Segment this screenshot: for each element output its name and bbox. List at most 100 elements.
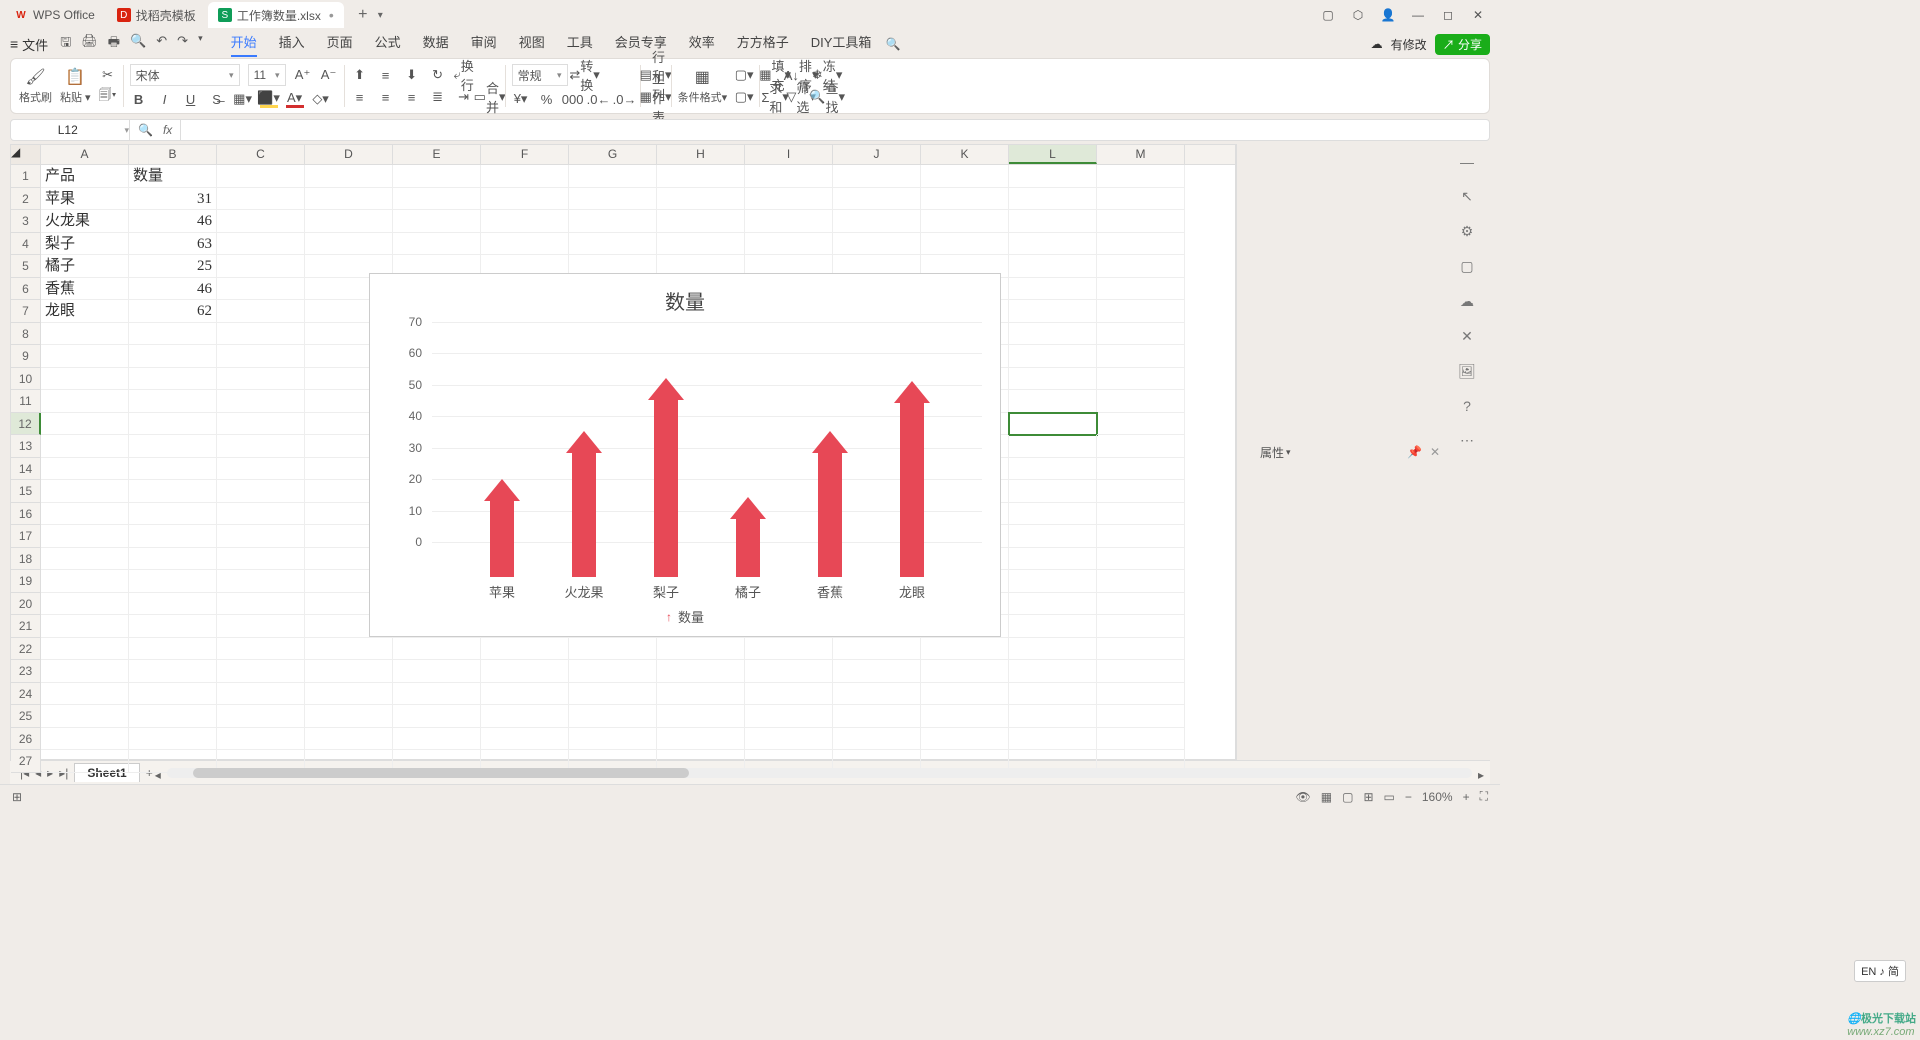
cell-M16[interactable] [1097,503,1185,526]
cell-C9[interactable] [217,345,305,368]
backup-tool-icon[interactable]: ☁ [1460,293,1474,310]
cell-C3[interactable] [217,210,305,233]
cell-L16[interactable] [1009,503,1097,526]
cell-B21[interactable] [129,615,217,638]
row-header-21[interactable]: 21 [11,615,41,638]
app-menu-icon[interactable]: ≡ [10,36,18,52]
cell-L10[interactable] [1009,368,1097,391]
col-header-H[interactable]: H [657,145,745,164]
cell-E1[interactable] [393,165,481,188]
cell-H2[interactable] [657,188,745,211]
cell-M21[interactable] [1097,615,1185,638]
cell-G24[interactable] [569,683,657,706]
cell-L25[interactable] [1009,705,1097,728]
cell-style-icon[interactable]: ▢▾ [735,66,753,84]
cell-M11[interactable] [1097,390,1185,413]
row-header-23[interactable]: 23 [11,660,41,683]
row-header-15[interactable]: 15 [11,480,41,503]
cell-C8[interactable] [217,323,305,346]
tab-templates[interactable]: D找稻壳模板 [107,2,206,28]
cell-M3[interactable] [1097,210,1185,233]
cell-C5[interactable] [217,255,305,278]
cell-L11[interactable] [1009,390,1097,413]
cell-M23[interactable] [1097,660,1185,683]
chart-plot-area[interactable]: 010203040506070苹果火龙果梨子橘子香蕉龙眼 [432,322,982,577]
table-style-icon[interactable]: ▢▾ [735,88,753,106]
row-header-4[interactable]: 4 [11,233,41,256]
cell-L15[interactable] [1009,480,1097,503]
col-header-J[interactable]: J [833,145,921,164]
menu-公式[interactable]: 公式 [375,32,401,57]
cell-J23[interactable] [833,660,921,683]
cell-J24[interactable] [833,683,921,706]
menu-工具[interactable]: 工具 [567,32,593,57]
decrease-font-icon[interactable]: A⁻ [320,66,338,84]
cell-A18[interactable] [41,548,129,571]
cell-L8[interactable] [1009,323,1097,346]
row-header-9[interactable]: 9 [11,345,41,368]
cell-D24[interactable] [305,683,393,706]
cell-A27[interactable] [41,750,129,773]
view-eye-icon[interactable]: 👁 [1296,790,1311,804]
align-bottom-icon[interactable]: ⬇ [403,66,421,84]
new-tab-button[interactable]: + [352,6,374,24]
cell-B9[interactable] [129,345,217,368]
cell-F4[interactable] [481,233,569,256]
row-header-25[interactable]: 25 [11,705,41,728]
cell-B23[interactable] [129,660,217,683]
menu-视图[interactable]: 视图 [519,32,545,57]
cell-B18[interactable] [129,548,217,571]
row-header-22[interactable]: 22 [11,638,41,661]
cell-J2[interactable] [833,188,921,211]
view-page-icon[interactable]: ▢ [1342,790,1353,804]
cell-M6[interactable] [1097,278,1185,301]
cell-A21[interactable] [41,615,129,638]
qat-dropdown-icon[interactable]: ▾ [198,33,203,55]
settings-tool-icon[interactable]: ⚙ [1461,223,1474,240]
menu-效率[interactable]: 效率 [689,32,715,57]
cell-G3[interactable] [569,210,657,233]
cell-E3[interactable] [393,210,481,233]
cell-I2[interactable] [745,188,833,211]
cell-F23[interactable] [481,660,569,683]
hscroll-thumb[interactable] [193,768,689,778]
cell-B24[interactable] [129,683,217,706]
cell-M17[interactable] [1097,525,1185,548]
cell-J22[interactable] [833,638,921,661]
cell-K22[interactable] [921,638,1009,661]
cell-B15[interactable] [129,480,217,503]
chart-title[interactable]: 数量 [370,286,1000,315]
cell-D1[interactable] [305,165,393,188]
cell-C18[interactable] [217,548,305,571]
cell-F24[interactable] [481,683,569,706]
cell-M22[interactable] [1097,638,1185,661]
spreadsheet-grid[interactable]: ◢ABCDEFGHIJKLM 1产品数量2苹果313火龙果464梨子635橘子2… [10,144,1236,760]
tab-current-file[interactable]: S工作簿数量.xlsx• [208,2,344,28]
cell-D3[interactable] [305,210,393,233]
cell-I24[interactable] [745,683,833,706]
cell-D22[interactable] [305,638,393,661]
help-tool-icon[interactable]: ? [1463,398,1471,414]
cell-A10[interactable] [41,368,129,391]
cloud-status-icon[interactable]: ☁ [1371,37,1383,51]
cell-L20[interactable] [1009,593,1097,616]
bold-button[interactable]: B [130,90,148,108]
cell-A14[interactable] [41,458,129,481]
cell-L3[interactable] [1009,210,1097,233]
col-header-K[interactable]: K [921,145,1009,164]
cell-H23[interactable] [657,660,745,683]
select-all-corner[interactable]: ◢ [11,145,41,164]
cell-A20[interactable] [41,593,129,616]
chart-bar-龙眼[interactable] [900,402,924,577]
tab-wps-home[interactable]: WWPS Office [4,2,105,28]
cell-E25[interactable] [393,705,481,728]
menu-DIY工具箱[interactable]: DIY工具箱 [811,32,872,57]
view-break-icon[interactable]: ⊞ [1363,790,1373,804]
minimize-button[interactable]: — [1410,8,1426,22]
cell-A11[interactable] [41,390,129,413]
col-header-E[interactable]: E [393,145,481,164]
chart-bar-香蕉[interactable] [818,452,842,577]
menu-页面[interactable]: 页面 [327,32,353,57]
cell-I23[interactable] [745,660,833,683]
cell-F1[interactable] [481,165,569,188]
